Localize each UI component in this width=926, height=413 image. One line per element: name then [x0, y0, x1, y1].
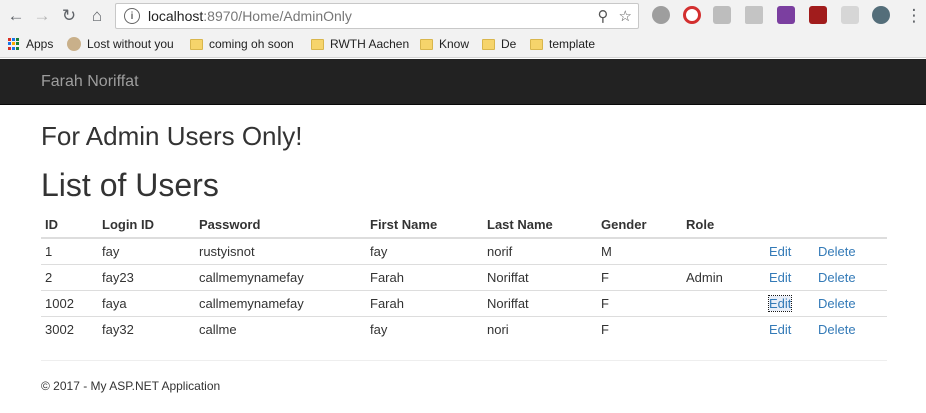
delete-link[interactable]: Delete	[818, 322, 856, 337]
cell-gender: F	[597, 289, 682, 316]
page-title: List of Users	[41, 167, 219, 203]
opera-icon[interactable]	[683, 6, 701, 24]
cell-role: Admin	[682, 263, 765, 290]
cell-id: 2	[41, 263, 98, 290]
reload-icon[interactable]: ↻	[57, 4, 81, 28]
table-header-row: ID Login ID Password First Name Last Nam…	[41, 211, 887, 239]
column-header-last-name: Last Name	[483, 211, 597, 239]
cell-gender: F	[597, 263, 682, 290]
page-subtitle: For Admin Users Only!	[41, 121, 303, 151]
folder-icon	[420, 38, 433, 50]
bookmark-coming-oh-soon[interactable]: coming oh soon	[190, 37, 294, 51]
bookmark-star-icon[interactable]: ☆	[619, 7, 632, 25]
zoom-icon[interactable]: ⚲	[598, 7, 609, 25]
folder-icon	[311, 38, 324, 50]
cell-password: callmemynamefay	[195, 263, 366, 290]
cell-role	[682, 237, 765, 264]
bookmark-know[interactable]: Know	[420, 37, 469, 51]
menu-kebab-icon[interactable]: ⋮	[902, 4, 926, 28]
bookmarks-bar: Apps Lost without you coming oh soon RWT…	[0, 32, 926, 58]
delete-link[interactable]: Delete	[818, 296, 856, 311]
column-header-password: Password	[195, 211, 366, 239]
bookmark-label: coming oh soon	[209, 37, 294, 51]
extension-shield-icon[interactable]	[652, 6, 670, 24]
mail-icon[interactable]	[713, 6, 731, 24]
onenote-icon[interactable]	[777, 6, 795, 24]
home-icon[interactable]: ⌂	[85, 4, 109, 28]
address-bar[interactable]: i localhost:8970/Home/AdminOnly ⚲ ☆	[115, 3, 639, 29]
delete-link[interactable]: Delete	[818, 270, 856, 285]
cell-first-name: Farah	[366, 263, 483, 290]
url-host: localhost	[148, 8, 204, 24]
navbar-brand[interactable]: Farah Noriffat	[41, 73, 139, 91]
column-header-id: ID	[41, 211, 98, 239]
cell-login-id: fay23	[98, 263, 195, 290]
bookmark-apps[interactable]: Apps	[8, 37, 53, 51]
cell-login-id: fay32	[98, 315, 195, 342]
table-row: 1002 faya callmemynamefay Farah Noriffat…	[41, 289, 887, 316]
bookmark-label: Know	[439, 37, 470, 51]
cell-first-name: fay	[366, 237, 483, 264]
cell-first-name: Farah	[366, 289, 483, 316]
info-icon[interactable]: i	[124, 8, 140, 24]
edit-link[interactable]: Edit	[769, 322, 791, 337]
bookmark-label: Apps	[26, 37, 54, 51]
apps-grid-icon	[8, 38, 20, 50]
shield-icon[interactable]	[841, 6, 859, 24]
cell-role	[682, 289, 765, 316]
back-arrow-icon[interactable]: ←	[4, 4, 28, 28]
cell-login-id: fay	[98, 237, 195, 264]
cell-id: 3002	[41, 315, 98, 342]
bookmark-label: template	[549, 37, 596, 51]
edit-link[interactable]: Edit	[767, 294, 793, 312]
cell-password: rustyisnot	[195, 237, 366, 264]
bookmark-template[interactable]: template	[530, 37, 595, 51]
users-table: ID Login ID Password First Name Last Nam…	[41, 211, 887, 342]
cell-last-name: Noriffat	[483, 263, 597, 290]
cell-role	[682, 315, 765, 342]
column-header-login-id: Login ID	[98, 211, 195, 239]
folder-icon	[190, 38, 203, 50]
cell-id: 1	[41, 237, 98, 264]
bookmark-label: De	[501, 37, 517, 51]
cell-id: 1002	[41, 289, 98, 316]
bookmark-label: RWTH Aachen	[330, 37, 410, 51]
footer-divider	[41, 360, 887, 361]
forward-arrow-icon[interactable]: →	[30, 4, 54, 28]
drive-icon[interactable]	[745, 6, 763, 24]
folder-icon	[482, 38, 495, 50]
cell-last-name: Noriffat	[483, 289, 597, 316]
column-header-role: Role	[682, 211, 765, 239]
browser-toolbar: ← → ↻ ⌂ i localhost:8970/Home/AdminOnly …	[0, 0, 926, 32]
column-header-delete	[814, 211, 887, 239]
bookmark-label: Lost without you	[87, 37, 174, 51]
footer-copyright: © 2017 - My ASP.NET Application	[41, 379, 221, 393]
pdf-icon[interactable]	[809, 6, 827, 24]
folder-icon	[530, 38, 543, 50]
cell-first-name: fay	[366, 315, 483, 342]
table-row: 1 fay rustyisnot fay norif M Edit Delete	[41, 237, 887, 264]
bookmark-de[interactable]: De	[482, 37, 516, 51]
cell-password: callme	[195, 315, 366, 342]
bookmark-lost-without-you[interactable]: Lost without you	[67, 37, 174, 51]
cell-gender: M	[597, 237, 682, 264]
cell-gender: F	[597, 315, 682, 342]
column-header-edit	[765, 211, 814, 239]
edit-link[interactable]: Edit	[769, 244, 791, 259]
column-header-first-name: First Name	[366, 211, 483, 239]
delete-link[interactable]: Delete	[818, 244, 856, 259]
bookmark-rwth-aachen[interactable]: RWTH Aachen	[311, 37, 409, 51]
table-row: 2 fay23 callmemynamefay Farah Noriffat F…	[41, 263, 887, 290]
cell-last-name: nori	[483, 315, 597, 342]
app-navbar: Farah Noriffat	[0, 59, 926, 105]
cell-login-id: faya	[98, 289, 195, 316]
column-header-gender: Gender	[597, 211, 682, 239]
cell-password: callmemynamefay	[195, 289, 366, 316]
edit-link[interactable]: Edit	[769, 270, 791, 285]
url-path: :8970/Home/AdminOnly	[203, 8, 352, 24]
eye-icon[interactable]	[872, 6, 890, 24]
table-row: 3002 fay32 callme fay nori F Edit Delete	[41, 315, 887, 342]
cell-last-name: norif	[483, 237, 597, 264]
avatar-icon	[67, 37, 81, 51]
